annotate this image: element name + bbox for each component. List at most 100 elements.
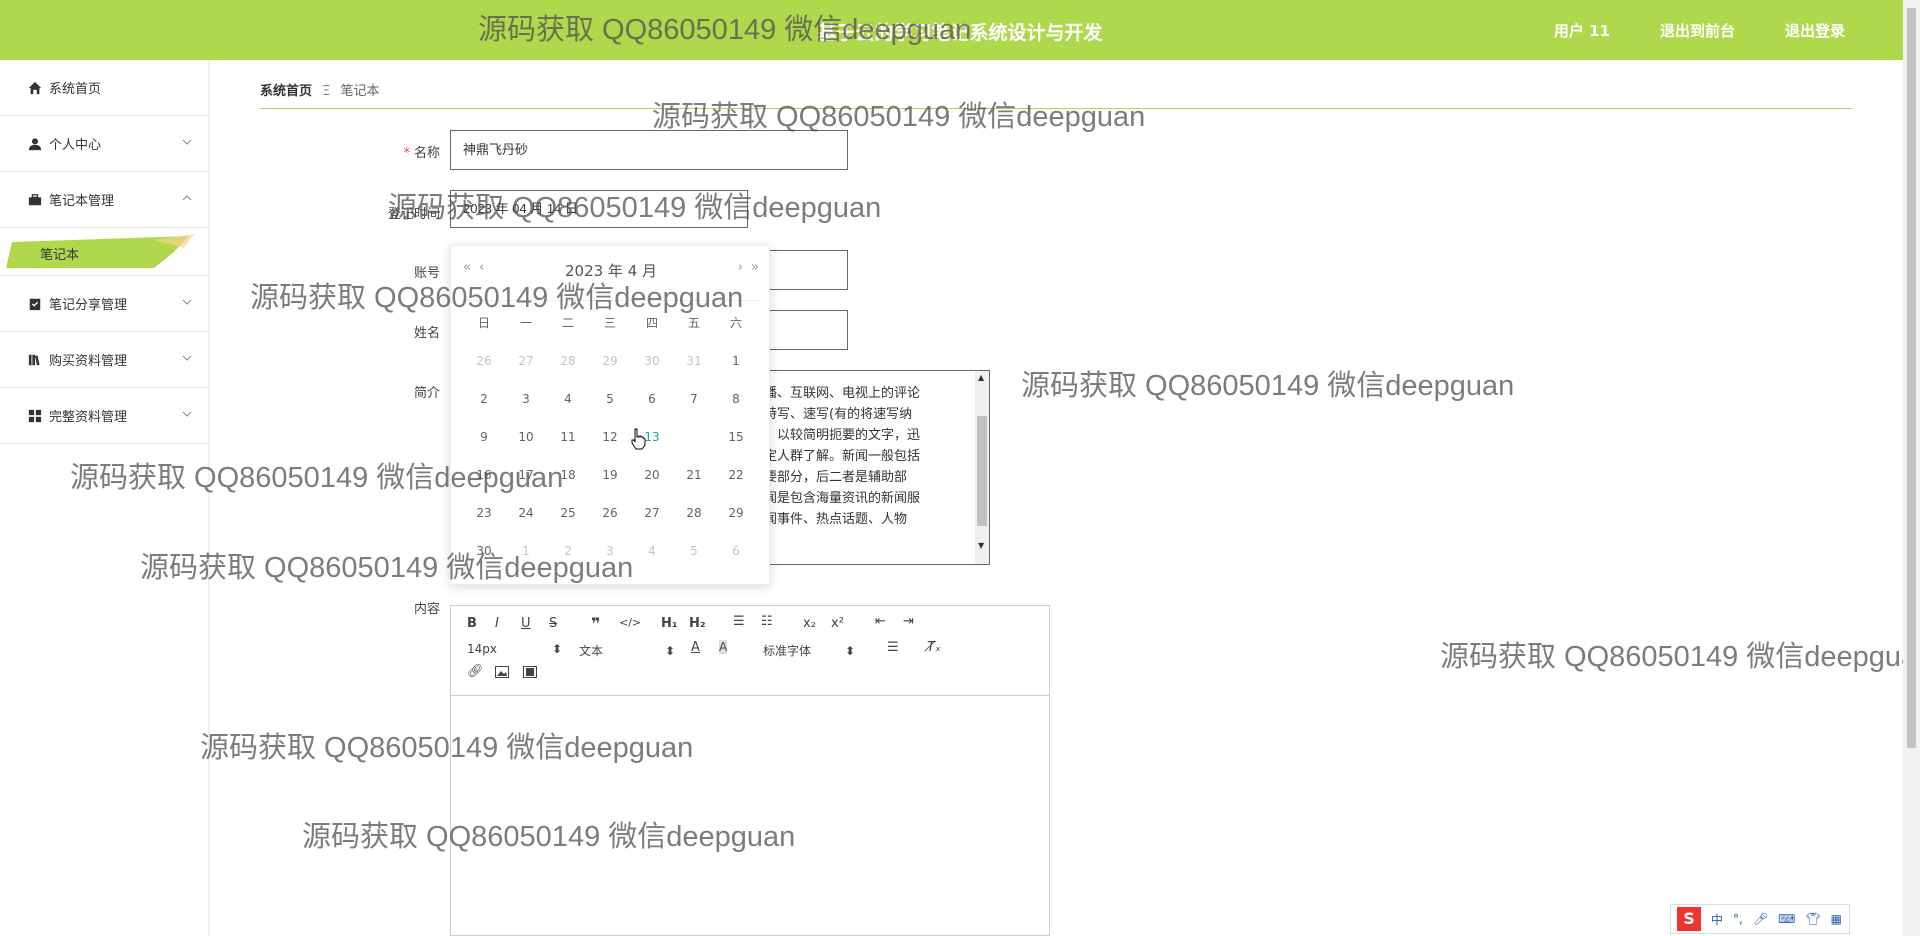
calendar-day[interactable]: 18 <box>548 463 588 487</box>
calendar-day[interactable]: 28 <box>674 501 714 525</box>
keyboard-icon[interactable]: ⌨ <box>1778 912 1795 926</box>
bullet-list-icon[interactable]: ☷ <box>761 614 773 629</box>
toolbox-icon[interactable]: ▦ <box>1831 912 1842 926</box>
calendar-day[interactable]: 3 <box>590 539 630 563</box>
calendar-day[interactable]: 19 <box>590 463 630 487</box>
calendar-day[interactable]: 22 <box>716 463 756 487</box>
strike-button[interactable]: S <box>549 616 557 631</box>
calendar-day[interactable]: 26 <box>590 501 630 525</box>
next-month-icon[interactable]: › <box>738 260 743 275</box>
scroll-down-icon[interactable]: ▼ <box>978 541 984 550</box>
grid-icon <box>28 409 42 422</box>
calendar-day[interactable]: 14 <box>674 425 714 449</box>
heading2-button[interactable]: H₂ <box>689 616 706 631</box>
calendar-day[interactable]: 2 <box>464 387 504 411</box>
ime-language[interactable]: 中 <box>1711 911 1723 928</box>
sidebar-item-notebook[interactable]: 笔记本管理 <box>0 172 208 228</box>
calendar-day[interactable]: 10 <box>506 425 546 449</box>
frontend-link[interactable]: 退出到前台 <box>1660 20 1735 41</box>
sidebar-item-complete[interactable]: 完整资料管理 <box>0 388 208 444</box>
breadcrumb-home[interactable]: 系统首页 <box>260 84 312 99</box>
sidebar-subitem-notebook[interactable]: 笔记本 <box>0 228 208 276</box>
code-icon[interactable]: </> <box>619 616 641 629</box>
calendar-day[interactable]: 4 <box>632 539 672 563</box>
calendar-day[interactable]: 28 <box>548 349 588 373</box>
sidebar-item-personal[interactable]: 个人中心 <box>0 116 208 172</box>
ime-toolbar[interactable]: S 中 °, 🎤︎ ⌨ 👕︎ ▦ <box>1670 904 1850 934</box>
next-year-icon[interactable]: » <box>751 260 759 275</box>
calendar-day[interactable]: 1 <box>506 539 546 563</box>
calendar-day[interactable]: 12 <box>590 425 630 449</box>
font-family-select[interactable]: 标准字体 ⬍ <box>763 642 855 659</box>
calendar-day[interactable]: 4 <box>548 387 588 411</box>
calendar-day[interactable]: 17 <box>506 463 546 487</box>
calendar-day[interactable]: 2 <box>548 539 588 563</box>
rich-text-editor[interactable]: B I U S ❞ </> H₁ H₂ ☰ ☷ x₂ x² ⇤ ⇥ 14px ⬍ … <box>450 605 1050 936</box>
calendar-day[interactable]: 8 <box>716 387 756 411</box>
skin-icon[interactable]: 👕︎ <box>1805 912 1820 926</box>
font-size-select[interactable]: 14px ⬍ <box>467 642 562 656</box>
sogou-logo-icon[interactable]: S <box>1677 907 1701 931</box>
calendar-day[interactable]: 7 <box>674 387 714 411</box>
quote-icon[interactable]: ❞ <box>591 614 600 633</box>
calendar-day[interactable]: 23 <box>464 501 504 525</box>
background-color-icon[interactable]: A <box>719 640 728 654</box>
video-icon[interactable] <box>523 666 537 678</box>
calendar-day[interactable]: 30 <box>632 349 672 373</box>
editor-content-area[interactable] <box>451 696 1049 936</box>
indent-icon[interactable]: ⇥ <box>903 614 914 629</box>
sidebar-item-note-share[interactable]: 笔记分享管理 <box>0 276 208 332</box>
calendar-day[interactable]: 6 <box>632 387 672 411</box>
subscript-button[interactable]: x₂ <box>803 616 816 631</box>
calendar-day[interactable]: 9 <box>464 425 504 449</box>
calendar-day[interactable]: 24 <box>506 501 546 525</box>
sidebar: 系统首页 个人中心 笔记本管理 笔记本 笔记分享管理 购买资料管理 完整资料管理 <box>0 60 210 936</box>
ordered-list-icon[interactable]: ☰ <box>733 614 745 629</box>
heading1-button[interactable]: H₁ <box>661 616 678 631</box>
sidebar-item-home[interactable]: 系统首页 <box>0 60 208 116</box>
italic-button[interactable]: I <box>495 616 499 631</box>
calendar-day[interactable]: 11 <box>548 425 588 449</box>
calendar-day[interactable]: 3 <box>506 387 546 411</box>
textarea-scrollbar[interactable]: ▲ ▼ <box>975 371 989 564</box>
calendar-day[interactable]: 16 <box>464 463 504 487</box>
calendar-day[interactable]: 27 <box>506 349 546 373</box>
calendar-day[interactable]: 5 <box>590 387 630 411</box>
calendar-day[interactable]: 27 <box>632 501 672 525</box>
page-scrollbar-thumb[interactable] <box>1907 8 1916 748</box>
align-icon[interactable]: ☰ <box>887 640 899 655</box>
link-icon[interactable]: 🔗︎ <box>467 664 484 679</box>
scrollbar-thumb[interactable] <box>977 416 987 526</box>
sidebar-subitem-label: 笔记本 <box>40 248 80 263</box>
calendar-day[interactable]: 26 <box>464 349 504 373</box>
date-picker: « ‹ 2023 年 4 月 › » 日一二三四五六 26 27 28 29 30 31 1… <box>450 245 770 585</box>
punctuation-icon[interactable]: °, <box>1733 912 1743 926</box>
underline-button[interactable]: U <box>521 616 531 631</box>
sidebar-item-purchase[interactable]: 购买资料管理 <box>0 332 208 388</box>
calendar-day[interactable]: 30 <box>464 539 504 563</box>
outdent-icon[interactable]: ⇤ <box>875 614 886 629</box>
bold-button[interactable]: B <box>467 616 477 631</box>
logout-link[interactable]: 退出登录 <box>1785 20 1845 41</box>
calendar-day[interactable]: 31 <box>674 349 714 373</box>
calendar-day[interactable]: 1 <box>716 349 756 373</box>
user-menu-link[interactable]: 用户 11 <box>1554 20 1610 41</box>
calendar-day[interactable]: 20 <box>632 463 672 487</box>
calendar-day[interactable]: 21 <box>674 463 714 487</box>
microphone-icon[interactable]: 🎤︎ <box>1753 912 1768 926</box>
font-color-icon[interactable]: A <box>691 640 700 655</box>
block-type-select[interactable]: 文本 ⬍ <box>579 642 675 659</box>
calendar-day[interactable]: 29 <box>590 349 630 373</box>
calendar-day[interactable]: 6 <box>716 539 756 563</box>
page-scrollbar[interactable] <box>1903 0 1920 936</box>
image-icon[interactable] <box>495 666 509 678</box>
date-input[interactable]: 2023 年 04 月 14 日 <box>450 190 748 228</box>
scroll-up-icon[interactable]: ▲ <box>978 373 984 382</box>
calendar-day[interactable]: 15 <box>716 425 756 449</box>
superscript-button[interactable]: x² <box>831 616 844 631</box>
calendar-day[interactable]: 25 <box>548 501 588 525</box>
calendar-day[interactable]: 5 <box>674 539 714 563</box>
clear-format-icon[interactable]: T̸ₓ <box>927 640 941 655</box>
calendar-day[interactable]: 29 <box>716 501 756 525</box>
name-input[interactable]: 神鼎飞丹砂 <box>450 130 848 170</box>
